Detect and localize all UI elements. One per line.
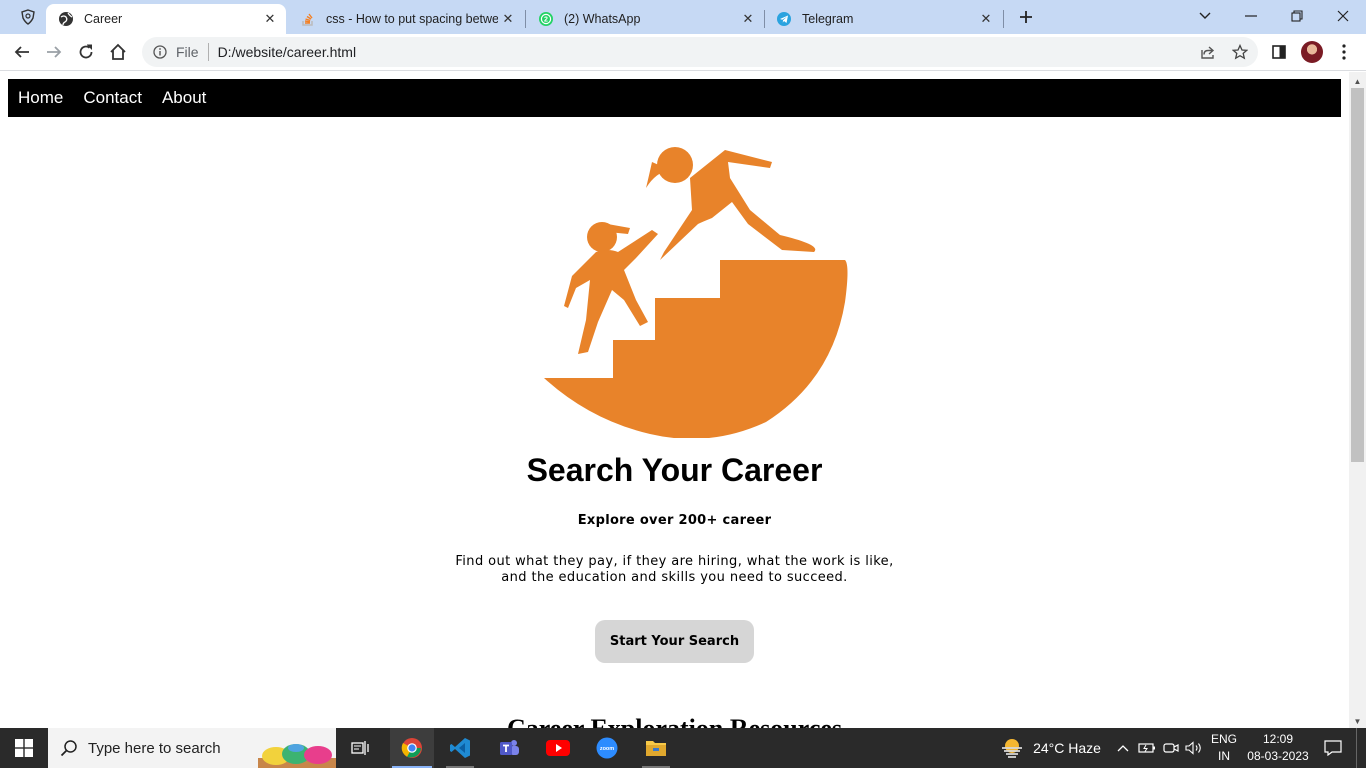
share-icon[interactable]: [1197, 41, 1219, 63]
volume-icon[interactable]: [1183, 728, 1205, 768]
weather-haze-icon[interactable]: [998, 728, 1026, 768]
page-viewport: Home Contact About Search Your Career Ex…: [0, 78, 1349, 728]
nav-about-link[interactable]: About: [162, 88, 216, 108]
globe-icon: [58, 11, 74, 27]
nav-home-link[interactable]: Home: [18, 88, 73, 108]
language-indicator[interactable]: ENG IN: [1208, 731, 1240, 765]
close-tab-icon[interactable]: ✕: [260, 9, 280, 29]
profile-avatar[interactable]: [1298, 38, 1326, 66]
weather-text[interactable]: 24°C Haze: [1030, 728, 1104, 768]
battery-icon[interactable]: [1136, 728, 1158, 768]
address-bar[interactable]: File D:/website/career.html: [142, 37, 1258, 67]
tab-separator: [1003, 10, 1004, 28]
tab-strip: Career ✕ css - How to put spacing betwee…: [0, 0, 1366, 34]
notifications-icon[interactable]: [1318, 728, 1348, 768]
bookmark-star-icon[interactable]: [1229, 41, 1251, 63]
zoom-taskbar-icon[interactable]: zoom: [585, 728, 629, 768]
system-clock[interactable]: 12:09 08-03-2023: [1240, 731, 1316, 765]
tab-css-question[interactable]: css - How to put spacing betwee ✕: [288, 4, 524, 34]
vscode-taskbar-icon[interactable]: [438, 728, 482, 768]
search-icon: [60, 739, 78, 757]
svg-text:2: 2: [544, 17, 548, 24]
reload-icon[interactable]: [72, 38, 100, 66]
chrome-taskbar-icon[interactable]: [390, 728, 434, 768]
youtube-taskbar-icon[interactable]: [536, 728, 580, 768]
nav-contact-link[interactable]: Contact: [83, 88, 152, 108]
whatsapp-icon: 2: [538, 11, 554, 27]
tab-telegram[interactable]: Telegram ✕: [764, 4, 1002, 34]
section-title: Career Exploration Resources: [0, 714, 1349, 728]
scheme-label: File: [176, 44, 199, 60]
home-icon[interactable]: [104, 38, 132, 66]
toolbar-divider: [0, 70, 1366, 78]
close-window-icon[interactable]: [1320, 0, 1366, 32]
forward-icon[interactable]: [40, 38, 68, 66]
teams-taskbar-icon[interactable]: [487, 728, 531, 768]
tab-search-dropdown-icon[interactable]: [1182, 0, 1228, 32]
site-navbar: Home Contact About: [8, 79, 1341, 117]
address-divider: [207, 43, 209, 61]
telegram-icon: [776, 11, 792, 27]
back-icon[interactable]: [8, 38, 36, 66]
tab-title: Telegram: [802, 12, 854, 26]
hero-title: Search Your Career: [526, 452, 823, 488]
tab-whatsapp[interactable]: 2 (2) WhatsApp ✕: [526, 4, 764, 34]
svg-text:zoom: zoom: [600, 746, 614, 752]
taskbar-search-box[interactable]: Type here to search: [48, 728, 336, 768]
career-climb-illustration: [544, 147, 848, 438]
new-tab-icon[interactable]: [1014, 6, 1038, 28]
tab-title: (2) WhatsApp: [564, 12, 641, 26]
tab-title: css - How to put spacing betwee: [326, 12, 498, 26]
url-text[interactable]: D:/website/career.html: [218, 44, 357, 60]
avatar: [1301, 41, 1323, 63]
search-placeholder: Type here to search: [88, 739, 221, 757]
close-tab-icon[interactable]: ✕: [738, 9, 758, 29]
scroll-down-arrow-icon[interactable]: ▼: [1349, 714, 1366, 728]
task-view-icon[interactable]: [344, 728, 376, 768]
stackoverflow-icon: [300, 11, 316, 27]
scrollbar-thumb[interactable]: [1351, 88, 1364, 462]
holi-colors-icon: [258, 744, 336, 768]
meet-now-icon[interactable]: [1160, 728, 1182, 768]
hero-subtitle: Explore over 200+ career: [577, 513, 772, 528]
show-desktop-button[interactable]: [1356, 728, 1366, 768]
scroll-up-arrow-icon[interactable]: ▲: [1349, 74, 1366, 88]
page-scrollbar[interactable]: ▲ ▼: [1349, 72, 1366, 728]
restore-icon[interactable]: [1274, 0, 1320, 32]
side-panel-icon[interactable]: [1265, 38, 1293, 66]
hero-description: Find out what they pay, if they are hiri…: [0, 554, 1349, 586]
browser-toolbar: File D:/website/career.html: [0, 34, 1366, 70]
close-tab-icon[interactable]: ✕: [976, 9, 996, 29]
hero-description-line: Find out what they pay, if they are hiri…: [455, 554, 894, 569]
tab-career[interactable]: Career ✕: [46, 4, 286, 34]
tab-search-icon[interactable]: [14, 6, 42, 28]
show-hidden-icons-icon[interactable]: [1113, 728, 1133, 768]
file-explorer-taskbar-icon[interactable]: [634, 728, 678, 768]
windows-start-icon[interactable]: [0, 728, 48, 768]
close-tab-icon[interactable]: ✕: [498, 9, 518, 29]
start-search-button[interactable]: Start Your Search: [595, 620, 754, 663]
info-icon[interactable]: [152, 44, 168, 60]
hero-description-line: and the education and skills you need to…: [501, 570, 848, 585]
minimize-icon[interactable]: [1228, 0, 1274, 32]
tab-title: Career: [84, 12, 123, 26]
menu-dots-icon[interactable]: [1330, 38, 1358, 66]
windows-taskbar: Type here to search zoom 24°C Haze ENG I…: [0, 728, 1366, 768]
